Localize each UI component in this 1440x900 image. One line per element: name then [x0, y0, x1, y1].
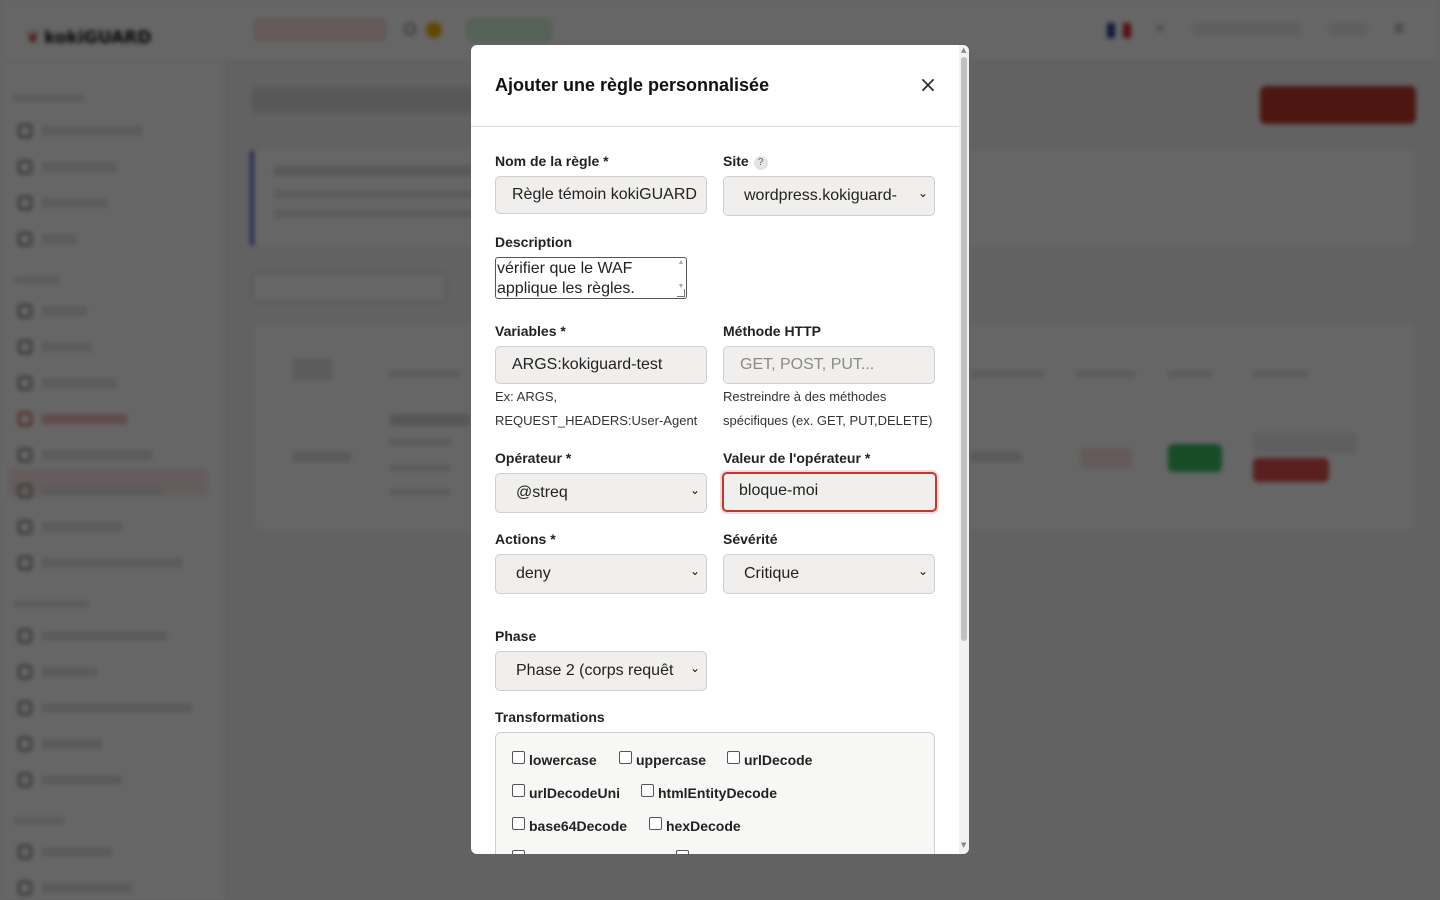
checkbox-icon — [676, 850, 689, 854]
checkbox-urldecodeuni[interactable]: urlDecodeUni — [512, 784, 620, 801]
checkbox-icon — [512, 751, 525, 764]
checkbox-htmlentitydecode[interactable]: htmlEntityDecode — [641, 784, 777, 801]
chevron-down-icon: ⌄ — [687, 483, 700, 497]
checkbox-icon — [649, 817, 662, 830]
actions-select[interactable]: deny ⌄ — [495, 554, 707, 594]
variables-label: Variables * — [495, 323, 566, 339]
checkbox-icon — [512, 784, 525, 797]
checkbox-icon — [619, 751, 632, 764]
resize-handle-icon[interactable] — [677, 289, 685, 297]
checkbox-uppercase[interactable]: uppercase — [619, 751, 706, 768]
actions-label: Actions * — [495, 531, 556, 547]
transformations-box: lowercase uppercase urlDecode urlDecodeU… — [495, 732, 935, 854]
phase-label: Phase — [495, 628, 537, 644]
scrollbar-thumb[interactable] — [961, 57, 967, 641]
description-label: Description — [495, 234, 573, 250]
severity-select[interactable]: Critique ⌄ — [723, 554, 935, 594]
chevron-down-icon: ⌄ — [915, 186, 928, 200]
checkbox-urldecode[interactable]: urlDecode — [727, 751, 812, 768]
severity-label: Sévérité — [723, 531, 778, 547]
checkbox-lowercase[interactable]: lowercase — [512, 751, 597, 768]
scroll-down-arrow-icon[interactable]: ▼ — [961, 841, 966, 849]
checkbox-icon — [512, 850, 525, 854]
modal-header: Ajouter une règle personnalisée × — [471, 45, 959, 127]
description-textarea[interactable]: vérifier que le WAF applique les règles.… — [495, 257, 687, 299]
chevron-down-icon: ⌄ — [687, 661, 700, 675]
operator-label: Opérateur * — [495, 450, 572, 466]
modal-scrollbar[interactable]: ▲ ▼ — [959, 45, 969, 854]
scroll-up-arrow-icon[interactable]: ▲ — [961, 46, 966, 54]
variables-help: Ex: ARGS, REQUEST_HEADERS:User-Agent — [495, 389, 698, 428]
rule-name-label: Nom de la règle * — [495, 153, 609, 169]
checkbox-compresswhitespace[interactable]: compressWhitespace — [512, 850, 673, 854]
variables-input[interactable]: ARGS:kokiguard-test — [495, 346, 707, 384]
checkbox-icon — [727, 751, 740, 764]
chevron-down-icon: ⌄ — [687, 564, 700, 578]
modal-title: Ajouter une règle personnalisée — [495, 75, 770, 95]
checkbox-icon — [641, 784, 654, 797]
checkbox-hexdecode[interactable]: hexDecode — [649, 817, 741, 834]
checkbox-removenulls[interactable]: removeNulls — [676, 850, 777, 854]
chevron-down-icon: ⌄ — [915, 564, 928, 578]
close-icon[interactable]: × — [917, 75, 939, 97]
http-method-label: Méthode HTTP — [723, 323, 821, 339]
operator-select[interactable]: @streq ⌄ — [495, 473, 707, 513]
site-label: Site? — [723, 153, 768, 170]
rule-name-input[interactable]: Règle témoin kokiGUARD — [495, 176, 707, 214]
phase-select[interactable]: Phase 2 (corps requêt ⌄ — [495, 651, 707, 691]
site-select[interactable]: wordpress.kokiguard- ⌄ — [723, 176, 935, 216]
http-method-input[interactable]: GET, POST, PUT... — [723, 346, 935, 384]
operator-value-input[interactable]: bloque-moi — [722, 472, 937, 512]
checkbox-base64decode[interactable]: base64Decode — [512, 817, 627, 834]
help-icon[interactable]: ? — [753, 156, 768, 170]
operator-value-label: Valeur de l'opérateur * — [723, 450, 871, 466]
checkbox-icon — [512, 817, 525, 830]
http-method-help: Restreindre à des méthodes spécifiques (… — [723, 389, 933, 428]
transformations-label: Transformations — [495, 709, 605, 725]
add-custom-rule-modal: Ajouter une règle personnalisée × Nom de… — [471, 45, 969, 854]
